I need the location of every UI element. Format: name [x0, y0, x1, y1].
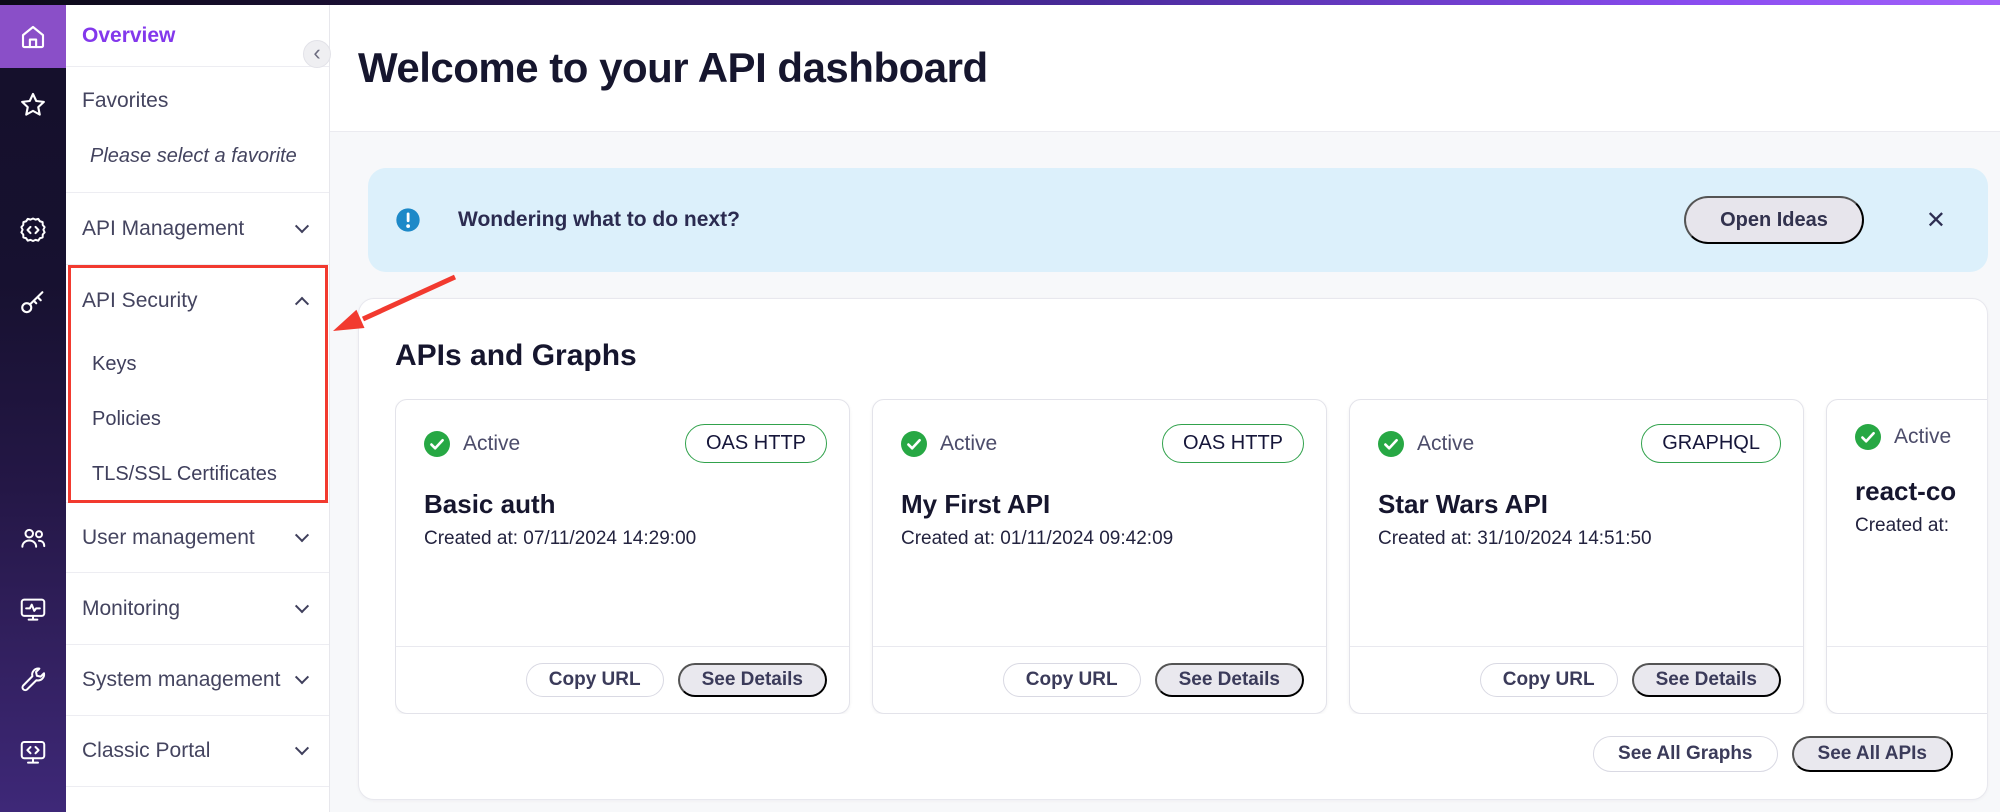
api-card-star-wars-api: Active GRAPHQL Star Wars API Created at:… — [1349, 399, 1804, 714]
close-icon[interactable]: ✕ — [1926, 206, 1946, 235]
star-icon — [18, 90, 48, 120]
active-check-icon — [424, 431, 450, 457]
rail-item-favorites[interactable] — [0, 90, 66, 120]
api-created-at: Created at: — [1855, 515, 1987, 537]
see-all-apis-button[interactable]: See All APIs — [1792, 736, 1953, 772]
sidebar-item-keys[interactable]: Keys — [66, 337, 329, 392]
rail-item-api-management[interactable] — [0, 215, 66, 245]
active-check-icon — [1855, 424, 1881, 450]
sidebar-item-label: User management — [82, 526, 255, 550]
active-check-icon — [901, 431, 927, 457]
rail-item-system-management[interactable] — [0, 665, 66, 695]
api-created-at: Created at: 01/11/2024 09:42:09 — [901, 528, 1304, 550]
info-banner: Wondering what to do next? Open Ideas ✕ — [368, 168, 1988, 272]
status-badge: Active — [1894, 425, 1951, 449]
api-card-react-co-clipped: Active react-co Created at: — [1826, 399, 1987, 714]
sidebar-item-tls-ssl-certificates[interactable]: TLS/SSL Certificates — [66, 447, 329, 502]
main-area: Welcome to your API dashboard Wondering … — [330, 5, 2000, 812]
section-title: APIs and Graphs — [395, 339, 1953, 373]
rail-item-user-management[interactable] — [0, 523, 66, 553]
sidebar-item-label: API Management — [82, 217, 244, 241]
home-icon — [18, 22, 48, 52]
key-icon — [18, 287, 48, 317]
sidebar-item-label: System management — [82, 668, 280, 692]
sidebar-item-label: Keys — [92, 353, 136, 376]
sidebar-item-user-management[interactable]: User management — [66, 503, 329, 573]
chevron-down-icon — [295, 670, 309, 684]
top-gradient-bar — [0, 0, 2000, 5]
sidebar-item-api-management[interactable]: API Management — [66, 193, 329, 265]
users-icon — [18, 523, 48, 553]
sidebar-item-label: API Security — [82, 289, 198, 313]
see-all-graphs-button[interactable]: See All Graphs — [1593, 736, 1777, 772]
status-badge: Active — [1417, 432, 1474, 456]
copy-url-button[interactable]: Copy URL — [1480, 663, 1618, 697]
sidenav: Overview Favorites Please select a favor… — [66, 5, 330, 812]
chevron-down-icon — [295, 528, 309, 542]
api-name: Basic auth — [424, 489, 827, 520]
api-name: Star Wars API — [1378, 489, 1781, 520]
api-card-basic-auth: Active OAS HTTP Basic auth Created at: 0… — [395, 399, 850, 714]
status-badge: Active — [463, 432, 520, 456]
info-icon — [394, 206, 422, 234]
rail-item-classic-portal[interactable] — [0, 737, 66, 767]
main-header: Welcome to your API dashboard — [330, 5, 2000, 132]
api-created-at: Created at: 07/11/2024 14:29:00 — [424, 528, 827, 550]
apis-and-graphs-panel: APIs and Graphs Active OAS HTTP Basic au… — [358, 298, 1988, 800]
sidebar-item-label: Policies — [92, 408, 161, 431]
sidebar-item-label: Overview — [82, 24, 175, 48]
favorites-section: Favorites Please select a favorite — [66, 67, 329, 193]
chevron-down-icon — [295, 741, 309, 755]
chevron-up-icon — [295, 297, 309, 311]
page-title: Welcome to your API dashboard — [358, 44, 988, 92]
see-details-button[interactable]: See Details — [1155, 663, 1304, 697]
icon-rail — [0, 0, 66, 812]
see-details-button[interactable]: See Details — [678, 663, 827, 697]
api-type-badge: GRAPHQL — [1641, 424, 1781, 463]
chevron-down-icon — [295, 599, 309, 613]
active-check-icon — [1378, 431, 1404, 457]
api-type-badge: OAS HTTP — [1162, 424, 1304, 463]
monitor-code-icon — [18, 737, 48, 767]
api-created-at: Created at: 31/10/2024 14:51:50 — [1378, 528, 1781, 550]
sidebar-collapse-button[interactable]: ‹ — [303, 40, 331, 68]
rail-item-api-security[interactable] — [0, 287, 66, 317]
sidebar-item-system-management[interactable]: System management — [66, 645, 329, 716]
api-name: react-co — [1855, 476, 1987, 507]
sidebar-item-api-security[interactable]: API Security — [66, 265, 329, 337]
chevron-left-icon: ‹ — [313, 42, 320, 64]
api-security-group: API Security Keys Policies TLS/SSL Certi… — [66, 265, 329, 503]
api-card-my-first-api: Active OAS HTTP My First API Created at:… — [872, 399, 1327, 714]
monitor-pulse-icon — [18, 594, 48, 624]
api-cards-row: Active OAS HTTP Basic auth Created at: 0… — [395, 399, 1987, 714]
sidebar-item-label: Monitoring — [82, 597, 180, 621]
api-name: My First API — [901, 489, 1304, 520]
sidebar-item-label: TLS/SSL Certificates — [92, 463, 277, 486]
favorites-empty-text: Please select a favorite — [82, 145, 313, 168]
sidebar-item-classic-portal[interactable]: Classic Portal — [66, 716, 329, 787]
content-area: Wondering what to do next? Open Ideas ✕ … — [330, 132, 2000, 800]
status-badge: Active — [940, 432, 997, 456]
rail-item-monitoring[interactable] — [0, 594, 66, 624]
sidebar-item-monitoring[interactable]: Monitoring — [66, 573, 329, 645]
wrench-icon — [18, 665, 48, 695]
open-ideas-button[interactable]: Open Ideas — [1684, 196, 1864, 244]
sidebar-item-label: Classic Portal — [82, 739, 210, 763]
see-details-button[interactable]: See Details — [1632, 663, 1781, 697]
copy-url-button[interactable]: Copy URL — [526, 663, 664, 697]
banner-message: Wondering what to do next? — [458, 208, 740, 232]
sidebar-item-policies[interactable]: Policies — [66, 392, 329, 447]
copy-url-button[interactable]: Copy URL — [1003, 663, 1141, 697]
chevron-down-icon — [295, 219, 309, 233]
api-type-badge: OAS HTTP — [685, 424, 827, 463]
sidebar-item-overview[interactable]: Overview — [66, 5, 329, 67]
rail-item-home-active[interactable] — [0, 5, 66, 68]
sidebar-item-favorites[interactable]: Favorites — [82, 89, 313, 113]
gear-code-icon — [18, 215, 48, 245]
